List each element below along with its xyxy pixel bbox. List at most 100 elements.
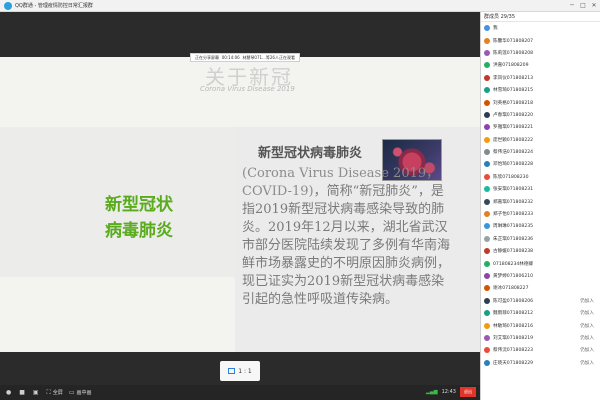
toolbar-right: ▂▄▆ 12:43 退出 [426,387,476,397]
member-row[interactable]: 魏雨菲071808212 仍加入 [481,307,600,319]
member-name: 张安琪071808231 [493,187,534,193]
member-name: 郑嘉琪071808232 [493,199,534,205]
member-name: 周琳琳071808235 [493,224,534,230]
avatar [484,111,490,118]
member-row[interactable]: 周琳琳071808235 [481,220,600,232]
avatar [484,322,490,329]
member-row[interactable]: 我 [481,22,600,34]
avatar [484,310,490,317]
member-row[interactable]: 陈欣071808230 [481,171,600,183]
ratio-button[interactable]: 1 : 1 [220,361,260,381]
avatar [484,173,490,180]
qq-logo-icon [4,1,12,10]
avatar [484,273,490,279]
camera-button[interactable]: ■ [19,389,27,396]
member-row[interactable]: 李凤仪071808213 [481,72,600,84]
pip-button[interactable]: ▭ 画中画 [69,389,92,396]
member-row[interactable]: 谢冰071808227 [481,282,600,294]
avatar [484,359,490,366]
member-name: 蔡伟浩071808224 [493,150,534,156]
fullscreen-icon: ⛶ [46,388,51,396]
title-bar: QQ群通 - 管理疫情防控日常汇报群 ─ □ ✕ [0,0,600,12]
member-row[interactable]: 刘艾琪071808219 仍加入 [481,332,600,344]
window-title: QQ群通 - 管理疫情防控日常汇报群 [15,3,93,9]
member-row[interactable]: 陈莉莲071808208 [481,47,600,59]
avatar [484,198,490,205]
content-body: (Corona Virus Disease 2019，COVID-19)，简称“… [242,165,452,309]
member-status: 仍加入 [580,311,594,317]
avatar [484,136,490,143]
avatar [484,161,490,168]
member-row[interactable]: 陈馨华071808207 [481,34,600,46]
member-row[interactable]: 庄晓天071808229 仍加入 [481,357,600,369]
minimize-icon[interactable]: ─ [568,1,576,11]
member-row[interactable]: 郑嘉琪071808232 [481,195,600,207]
member-row[interactable]: 邓怡琦071808228 [481,158,600,170]
video-stage: 正在分享屏幕 00:14:06 林慧琴071...等26人正在观看 关于新冠 C… [0,12,480,385]
avatar [484,186,490,193]
share-button[interactable]: ▣ [33,389,41,396]
member-name: 洪嘉071808209 [493,63,529,69]
screen-ratio-icon [228,368,236,374]
member-status: 仍加入 [580,348,594,354]
mic-button[interactable]: ● [6,389,13,396]
avatar [484,248,490,255]
member-name: 我 [493,26,498,32]
member-name: 魏雨菲071808212 [493,311,534,317]
member-row[interactable]: 蔡伟沅071808223 仍加入 [481,344,600,356]
member-row[interactable]: 洪嘉071808209 [481,59,600,71]
member-panel: 群成员 29/35 我陈馨华071808207 陈莉莲071808208 洪嘉071… [480,12,600,400]
member-row[interactable]: 071808234林德卿 [481,257,600,269]
bottom-toolbar: ● ■ ▣ ⛶ 全屏 ▭ 画中画 ▂▄▆ 12:43 退出 [0,385,480,400]
member-name: 谢冰071808227 [493,286,529,292]
member-row[interactable]: 陈可盈071808206 仍加入 [481,295,600,307]
member-name: 林雪琦071808215 [493,88,534,94]
clock-time: 12:43 [441,389,456,395]
window-controls: ─ □ ✕ [568,1,598,11]
avatar [484,74,490,81]
avatar [484,211,490,218]
member-row[interactable]: 卢春琪071808220 [481,109,600,121]
share-screen-icon: ▣ [32,389,39,396]
exit-button[interactable]: 退出 [460,387,476,397]
member-row[interactable]: 郑子怡071808233 [481,208,600,220]
avatar [484,37,490,44]
member-row[interactable]: 林雪琦071808215 [481,84,600,96]
fullscreen-label: 全屏 [52,390,63,396]
member-name: 陈可盈071808206 [493,298,534,304]
member-name: 李凤仪071808213 [493,75,534,81]
member-row[interactable]: 朱芷琪071808236 [481,233,600,245]
signal-icon: ▂▄▆ [426,389,438,395]
member-row[interactable]: 林敏琦071808216 仍加入 [481,319,600,331]
member-row[interactable]: 张安琪071808231 [481,183,600,195]
share-timer: 00:14:06 [221,55,240,60]
member-name: 刘英格071808218 [493,100,534,106]
member-list: 我陈馨华071808207 陈莉莲071808208 洪嘉071808209 李凤仪0… [481,22,600,369]
member-name: 庄晓天071808229 [493,360,534,366]
fullscreen-button[interactable]: ⛶ 全屏 [47,389,63,397]
member-name: 071808234林德卿 [493,261,534,267]
avatar [484,347,490,354]
member-name: 罗雅琪071808221 [493,125,534,131]
content-body-chinese: ，简称“新冠肺炎”，是指2019新型冠状病毒感染导致的肺炎。2019年12月以来… [242,184,451,307]
close-icon[interactable]: ✕ [590,1,598,11]
green-heading: 新型冠状 病毒肺炎 [105,192,205,244]
pip-label: 画中画 [76,390,92,396]
viewer-count[interactable]: 林慧琴071...等26人正在观看 [242,55,295,61]
slide-subtitle: Corona Virus Disease 2019 [200,85,295,93]
member-row[interactable]: 黄梦婷071806210 [481,270,600,282]
green-heading-line2: 病毒肺炎 [105,221,173,241]
avatar [484,260,490,267]
picture-in-picture-icon: ▭ [68,389,75,396]
member-row[interactable]: 刘英格071808218 [481,96,600,108]
avatar [484,99,490,106]
member-row[interactable]: 罗雅琪071808221 [481,121,600,133]
shared-slide: 关于新冠 Corona Virus Disease 2019 新型冠状 病毒肺炎… [0,57,480,352]
member-row[interactable]: 庞世颖071808222 [481,134,600,146]
member-row[interactable]: 蔡伟浩071808224 [481,146,600,158]
avatar [484,124,490,131]
member-row[interactable]: 古静媛071808238 [481,245,600,257]
maximize-icon[interactable]: □ [579,1,587,11]
member-name: 陈馨华071808207 [493,38,534,44]
member-name: 古静媛071808238 [493,249,534,255]
